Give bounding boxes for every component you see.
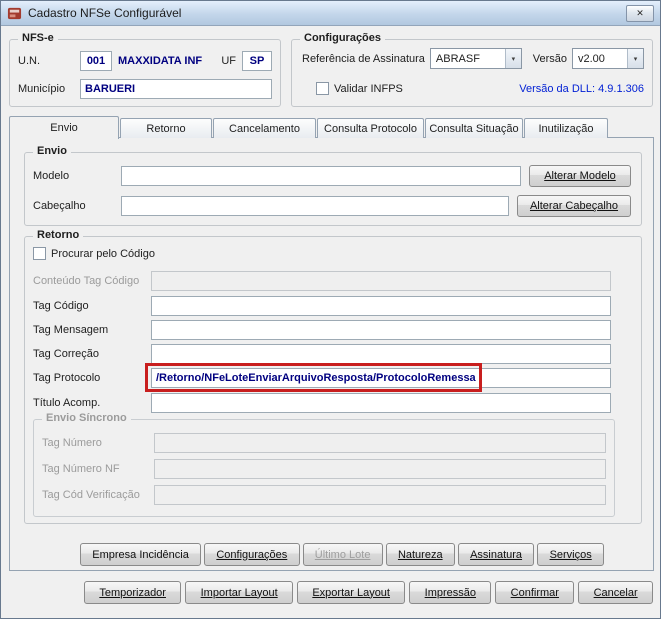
versao-select[interactable]: v2.00 ▾ [572, 48, 644, 69]
conteudo-tag-codigo-row: Conteúdo Tag Código [33, 270, 611, 291]
group-envio-sincrono: Envio Síncrono Tag Número Tag Número NF … [33, 412, 615, 517]
uf-input[interactable] [242, 50, 272, 71]
un-input[interactable] [80, 50, 112, 71]
close-icon: ✕ [636, 7, 644, 18]
nfse-row-un: U.N. MAXXIDATA INF UF [18, 50, 272, 71]
tab-page-envio: Envio Modelo Alterar Modelo Cabeçalho Al… [9, 137, 654, 571]
group-envio: Envio Modelo Alterar Modelo Cabeçalho Al… [24, 145, 642, 226]
tag-codigo-row: Tag Código [33, 295, 611, 316]
dialog-cadastro-nfse: Cadastro NFSe Configurável ✕ NFS-e U.N. … [0, 0, 661, 619]
titulo-acomp-label: Título Acomp. [33, 396, 101, 409]
group-envio-caption: Envio [33, 145, 71, 157]
validar-infps-label: Validar INFPS [334, 82, 403, 95]
ref-assinatura-label: Referência de Assinatura [302, 52, 425, 65]
checkbox-box [316, 82, 329, 95]
group-nfse: NFS-e U.N. MAXXIDATA INF UF Município [9, 32, 281, 107]
tag-cod-verificacao-input [154, 484, 606, 505]
chevron-down-icon: ▾ [627, 49, 643, 68]
group-retorno-caption: Retorno [33, 229, 84, 241]
tag-protocolo-row: Tag Protocolo [33, 363, 611, 392]
dll-version-text: Versão da DLL: 4.9.1.306 [519, 82, 644, 95]
conteudo-tag-codigo-label: Conteúdo Tag Código [33, 274, 140, 287]
alterar-modelo-button[interactable]: Alterar Modelo [529, 165, 631, 187]
tag-numero-label: Tag Número [42, 436, 102, 449]
group-configuracoes: Configurações Referência de Assinatura A… [291, 32, 653, 107]
exportar-layout-button[interactable]: Exportar Layout [297, 581, 406, 604]
ultimo-lote-button: Último Lote [302, 543, 383, 566]
titulo-acomp-row: Título Acomp. [33, 392, 611, 413]
tag-numero-nf-row: Tag Número NF [42, 458, 606, 479]
servicos-button[interactable]: Serviços [537, 543, 604, 566]
tag-numero-nf-input [154, 458, 606, 479]
tag-numero-nf-label: Tag Número NF [42, 462, 120, 475]
importar-layout-button[interactable]: Importar Layout [185, 581, 293, 604]
action-row-1: Empresa Incidência Configurações Último … [80, 543, 604, 566]
versao-value: v2.00 [578, 52, 605, 65]
ref-assinatura-select[interactable]: ABRASF ▾ [429, 48, 522, 69]
app-icon [7, 6, 22, 21]
tab-inutilizacao[interactable]: Inutilização [524, 118, 608, 138]
close-button[interactable]: ✕ [626, 4, 654, 22]
conteudo-tag-codigo-input [151, 270, 611, 291]
chevron-down-icon: ▾ [504, 49, 521, 68]
municipio-input[interactable] [80, 78, 272, 99]
tag-correcao-input[interactable] [151, 343, 611, 364]
modelo-row: Modelo Alterar Modelo [33, 165, 631, 187]
natureza-button[interactable]: Natureza [385, 543, 455, 566]
municipio-label: Município [18, 82, 66, 95]
tab-consulta-protocolo[interactable]: Consulta Protocolo [317, 118, 424, 138]
tag-numero-row: Tag Número [42, 432, 606, 453]
config-row-validar: Validar INFPS Versão da DLL: 4.9.1.306 [302, 78, 644, 99]
alterar-cabecalho-button[interactable]: Alterar Cabeçalho [517, 195, 631, 217]
group-configuracoes-caption: Configurações [300, 32, 386, 44]
configuracoes-button[interactable]: Configurações [204, 543, 300, 566]
tag-protocolo-label: Tag Protocolo [33, 371, 101, 384]
tab-consulta-situacao[interactable]: Consulta Situação [425, 118, 523, 138]
tag-numero-input [154, 432, 606, 453]
confirmar-button[interactable]: Confirmar [495, 581, 575, 604]
tag-mensagem-row: Tag Mensagem [33, 319, 611, 340]
tag-cod-verificacao-row: Tag Cód Verificação [42, 484, 606, 505]
checkbox-box [33, 247, 46, 260]
titulo-acomp-input[interactable] [151, 392, 611, 413]
cabecalho-label: Cabeçalho [33, 200, 86, 212]
assinatura-button[interactable]: Assinatura [457, 543, 535, 566]
ref-assinatura-value: ABRASF [435, 52, 480, 65]
group-nfse-caption: NFS-e [18, 32, 58, 44]
procurar-codigo-label: Procurar pelo Código [51, 247, 155, 260]
config-row-assinatura: Referência de Assinatura ABRASF ▾ Versão… [302, 48, 644, 69]
cabecalho-row: Cabeçalho Alterar Cabeçalho [33, 195, 631, 217]
action-row-2: Temporizador Importar Layout Exportar La… [84, 581, 653, 604]
un-label: U.N. [18, 54, 40, 67]
temporizador-button[interactable]: Temporizador [84, 581, 182, 604]
company-name: MAXXIDATA INF [118, 54, 203, 67]
versao-label: Versão [532, 52, 567, 65]
validar-infps-checkbox[interactable]: Validar INFPS [316, 82, 403, 95]
tag-cod-verificacao-label: Tag Cód Verificação [42, 488, 140, 501]
tag-codigo-label: Tag Código [33, 299, 89, 312]
procurar-codigo-checkbox[interactable]: Procurar pelo Código [33, 247, 155, 260]
cancelar-button[interactable]: Cancelar [578, 581, 653, 604]
modelo-input[interactable] [121, 166, 521, 186]
window-title: Cadastro NFSe Configurável [28, 6, 182, 20]
titlebar[interactable]: Cadastro NFSe Configurável ✕ [1, 1, 660, 26]
uf-label: UF [221, 54, 236, 67]
tag-correcao-label: Tag Correção [33, 347, 100, 360]
tag-mensagem-label: Tag Mensagem [33, 323, 109, 336]
modelo-label: Modelo [33, 170, 70, 182]
impressao-button[interactable]: Impressão [409, 581, 492, 604]
tab-cancelamento[interactable]: Cancelamento [213, 118, 316, 138]
tag-protocolo-input[interactable] [151, 367, 611, 388]
tag-correcao-row: Tag Correção [33, 343, 611, 364]
cabecalho-input[interactable] [121, 196, 509, 216]
tag-codigo-input[interactable] [151, 295, 611, 316]
tab-envio[interactable]: Envio [9, 116, 119, 139]
tag-mensagem-input[interactable] [151, 319, 611, 340]
group-retorno: Retorno Procurar pelo Código Conteúdo Ta… [24, 229, 642, 524]
tab-bar: Envio Retorno Cancelamento Consulta Prot… [9, 115, 654, 139]
nfse-row-municipio: Município [18, 78, 272, 99]
empresa-incidencia-button[interactable]: Empresa Incidência [80, 543, 202, 566]
group-envio-sincrono-caption: Envio Síncrono [42, 412, 131, 424]
tab-retorno[interactable]: Retorno [120, 118, 212, 138]
